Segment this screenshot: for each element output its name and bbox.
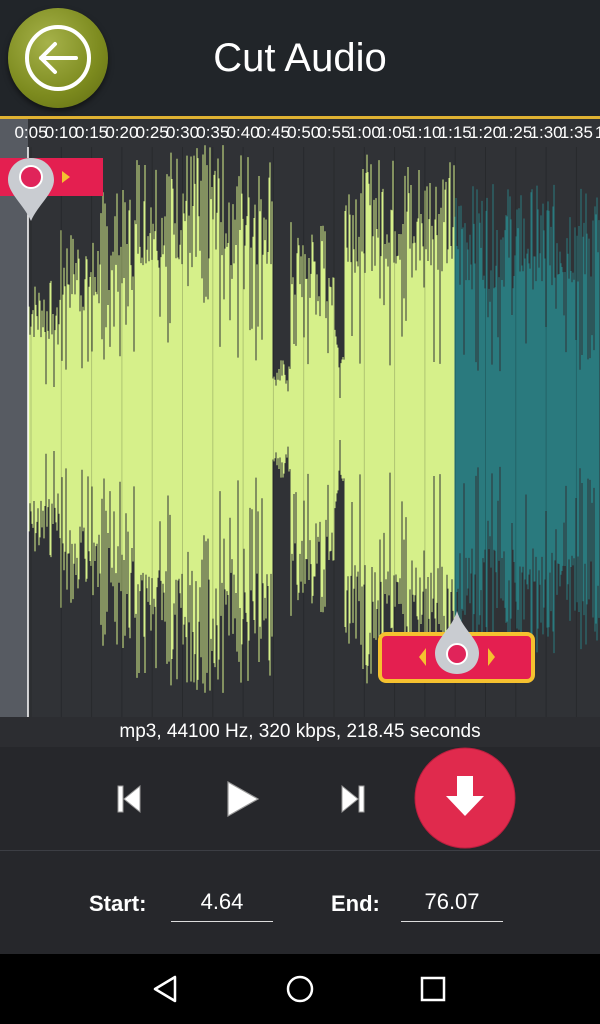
app-header: Cut Audio <box>0 0 600 116</box>
play-icon <box>227 780 260 818</box>
playback-controls <box>0 747 600 850</box>
skip-next-icon <box>341 784 365 814</box>
start-field[interactable]: 4.64 <box>171 889 273 922</box>
end-field[interactable]: 76.07 <box>401 889 503 922</box>
timeline-tick: 1:15 <box>438 123 472 142</box>
timeline-tick: 1:05 <box>378 123 412 142</box>
timeline-tick: 0:15 <box>75 123 109 142</box>
timeline-tick: 0:30 <box>165 123 200 142</box>
timeline-tick: 1:25 <box>499 123 533 142</box>
start-label: Start: <box>89 891 147 916</box>
timeline-tick: 1:20 <box>468 123 503 142</box>
timeline-tick: 0:55 <box>317 123 351 142</box>
timeline-tick: 0:25 <box>135 123 169 142</box>
nav-back-icon[interactable] <box>147 969 187 1009</box>
save-button[interactable] <box>410 743 520 853</box>
nav-home-icon[interactable] <box>280 969 320 1009</box>
timeline-tick: 0:50 <box>287 123 321 142</box>
timeline-tick: 0:05 <box>14 123 48 142</box>
trim-fields: Start: 4.64 End: 76.07 <box>0 851 600 954</box>
system-nav-bar <box>0 954 600 1024</box>
end-marker-icon <box>435 611 479 674</box>
timeline-tick: 1:4 <box>594 123 600 142</box>
page-title: Cut Audio <box>213 36 387 80</box>
timeline-tick: 1:35 <box>559 123 593 142</box>
timeline-tick: 1:00 <box>347 123 381 142</box>
play-button[interactable] <box>206 747 276 850</box>
waveform-area[interactable]: 0:05 0:10 0:15 0:20 0:25 0:30 0:35 0:40 0:45 0:50… <box>0 119 600 717</box>
timeline: 0:05 0:10 0:15 0:20 0:25 0:30 0:35 0:40 0:45 0:50… <box>0 119 600 147</box>
timeline-tick: 0:45 <box>256 123 290 142</box>
timeline-tick: 0:35 <box>196 123 230 142</box>
timeline-tick: 0:40 <box>226 123 260 142</box>
end-marker[interactable] <box>378 611 538 691</box>
skip-next-button[interactable] <box>318 747 388 850</box>
nav-recents-icon[interactable] <box>413 969 453 1009</box>
skip-previous-icon <box>117 784 141 814</box>
start-marker-icon <box>8 158 54 221</box>
timeline-tick: 0:10 <box>44 123 78 142</box>
timeline-tick: 0:20 <box>105 123 139 142</box>
timeline-tick: 1:30 <box>529 123 563 142</box>
start-marker[interactable] <box>0 155 110 245</box>
end-label: End: <box>331 891 380 916</box>
timeline-tick: 1:10 <box>408 123 442 142</box>
skip-previous-button[interactable] <box>94 747 164 850</box>
